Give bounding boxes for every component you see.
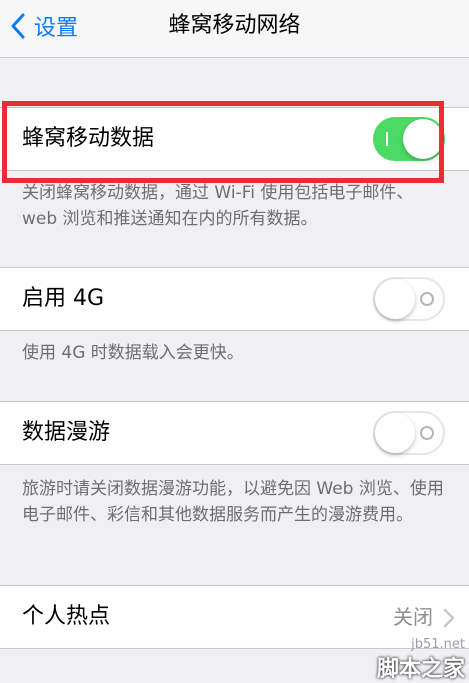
toggle-off-indicator-icon — [420, 426, 434, 440]
watermark-name: 脚本之家 — [377, 657, 466, 682]
personal-hotspot-row[interactable]: 个人热点 关闭 — [0, 585, 469, 649]
toggle-off-indicator-icon — [420, 292, 434, 306]
highlight-box — [2, 101, 444, 183]
personal-hotspot-label: 个人热点 — [22, 604, 111, 629]
toggle-knob — [375, 413, 415, 453]
data-roaming-toggle[interactable] — [373, 411, 445, 455]
data-roaming-footnote: 旅游时请关闭数据漫游功能，以避免因 Web 浏览、使用电子邮件、彩信和其他数据服… — [22, 479, 444, 525]
page-title: 蜂窝移动网络 — [168, 13, 301, 38]
enable-4g-row: 启用 4G — [0, 267, 469, 331]
cellular-data-footnote: 关闭蜂窝移动数据，通过 Wi-Fi 使用包括电子邮件、web 浏览和推送通知在内… — [22, 183, 414, 229]
navigation-bar: 设置 蜂窝移动网络 — [0, 0, 469, 58]
enable-4g-label: 启用 4G — [22, 286, 105, 311]
enable-4g-toggle[interactable] — [373, 277, 445, 321]
data-roaming-label: 数据漫游 — [22, 420, 111, 445]
toggle-knob — [375, 279, 415, 319]
enable-4g-footnote: 使用 4G 时数据载入会更快。 — [22, 343, 244, 363]
data-roaming-row: 数据漫游 — [0, 401, 469, 465]
chevron-right-icon — [443, 608, 455, 628]
personal-hotspot-value: 关闭 — [393, 605, 433, 629]
